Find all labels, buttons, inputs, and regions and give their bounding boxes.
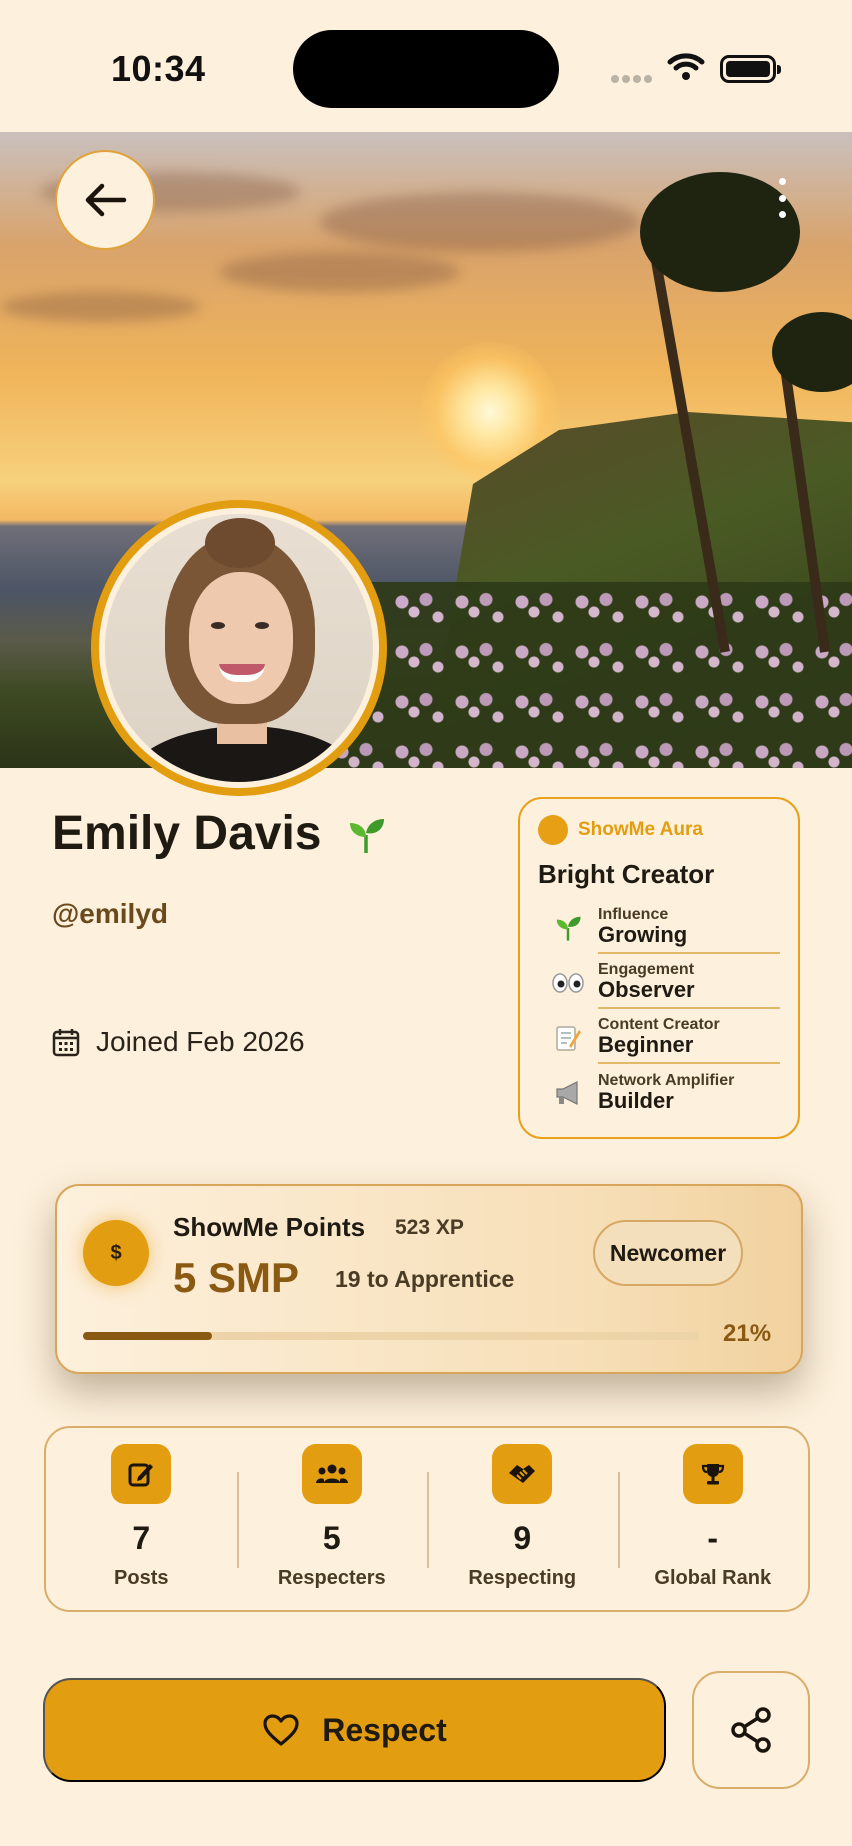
calendar-icon: [52, 1029, 80, 1057]
profile-photo: [105, 514, 373, 782]
aura-item-value: Growing: [598, 922, 688, 948]
stat-label: Respecters: [277, 1567, 386, 1589]
rank-badge[interactable]: Newcomer: [593, 1220, 743, 1286]
stat-value: 9: [513, 1520, 532, 1556]
more-options-button[interactable]: [772, 178, 792, 218]
arrow-left-icon: [85, 183, 127, 217]
heart-icon: [263, 1714, 299, 1746]
profile-handle: @emilyd: [52, 898, 169, 929]
more-vertical-icon: [778, 178, 786, 185]
share-button[interactable]: [692, 1671, 810, 1789]
respect-button[interactable]: Respect: [43, 1678, 666, 1782]
aura-item-key: Engagement: [598, 960, 695, 978]
sprout-icon: [350, 819, 384, 853]
edit-icon: [111, 1444, 172, 1504]
profile-stats: 7 Posts 5 Respecters 9 Respecting - Glob…: [44, 1426, 810, 1612]
profile-name: Emily Davis: [52, 807, 322, 860]
flower-field: [330, 582, 852, 768]
aura-item-content-creator: Content Creator Beginner: [538, 1010, 780, 1065]
stat-label: Posts: [114, 1567, 169, 1589]
aura-item-network-amplifier: Network Amplifier Builder: [538, 1065, 780, 1120]
back-button[interactable]: [55, 150, 155, 250]
handshake-icon: [492, 1444, 553, 1504]
coin-icon: $: [83, 1220, 149, 1286]
showme-aura-card[interactable]: ShowMe Aura Bright Creator Influence Grow…: [518, 797, 800, 1139]
stat-value: 7: [132, 1520, 151, 1556]
stat-label: Global Rank: [654, 1567, 772, 1589]
aura-item-influence: Influence Growing: [538, 900, 780, 955]
group-icon: [301, 1444, 362, 1504]
aura-item-key: Network Amplifier: [598, 1071, 735, 1089]
sprout-icon: [538, 914, 598, 942]
aura-item-key: Content Creator: [598, 1015, 720, 1033]
wifi-icon: [667, 53, 705, 80]
cellular-signal-icon: [611, 75, 652, 83]
respect-label: Respect: [322, 1711, 447, 1748]
aura-dot-icon: [538, 815, 568, 845]
points-progress-bar: [83, 1332, 699, 1340]
share-icon: [731, 1707, 771, 1753]
status-bar: 10:34: [0, 0, 852, 132]
points-progress-fill: [83, 1332, 213, 1340]
stat-respecters[interactable]: 5 Respecters: [236, 1428, 428, 1610]
aura-label: ShowMe Aura: [578, 819, 703, 840]
aura-item-value: Observer: [598, 977, 695, 1003]
aura-title: Bright Creator: [538, 859, 715, 889]
stat-value: -: [707, 1520, 719, 1556]
trophy-icon: [682, 1444, 743, 1504]
aura-item-value: Beginner: [598, 1032, 694, 1058]
stat-value: 5: [322, 1520, 341, 1556]
aura-item-value: Builder: [598, 1088, 674, 1114]
joined-date: Joined Feb 2026: [52, 1026, 305, 1058]
points-title: ShowMe Points: [173, 1212, 366, 1242]
battery-icon: [720, 55, 781, 83]
showme-points-card[interactable]: $ ShowMe Points 523 XP 5 SMP 19 to Appre…: [55, 1184, 803, 1374]
points-xp: 523 XP: [395, 1216, 464, 1239]
status-time: 10:34: [111, 48, 206, 89]
stat-respecting[interactable]: 9 Respecting: [427, 1428, 618, 1610]
stat-label: Respecting: [468, 1567, 577, 1589]
points-value: 5 SMP: [173, 1254, 300, 1301]
megaphone-icon: [538, 1080, 598, 1106]
eyes-icon: [538, 972, 598, 994]
joined-label: Joined Feb 2026: [96, 1026, 305, 1057]
stat-posts[interactable]: 7 Posts: [46, 1428, 237, 1610]
stat-global-rank[interactable]: - Global Rank: [617, 1428, 809, 1610]
dynamic-island: [293, 30, 559, 108]
aura-item-key: Influence: [598, 905, 669, 923]
points-next-level: 19 to Apprentice: [335, 1266, 515, 1292]
memo-icon: [538, 1024, 598, 1052]
aura-item-engagement: Engagement Observer: [538, 955, 780, 1010]
points-progress-label: 21%: [723, 1320, 772, 1347]
avatar[interactable]: [91, 500, 387, 796]
